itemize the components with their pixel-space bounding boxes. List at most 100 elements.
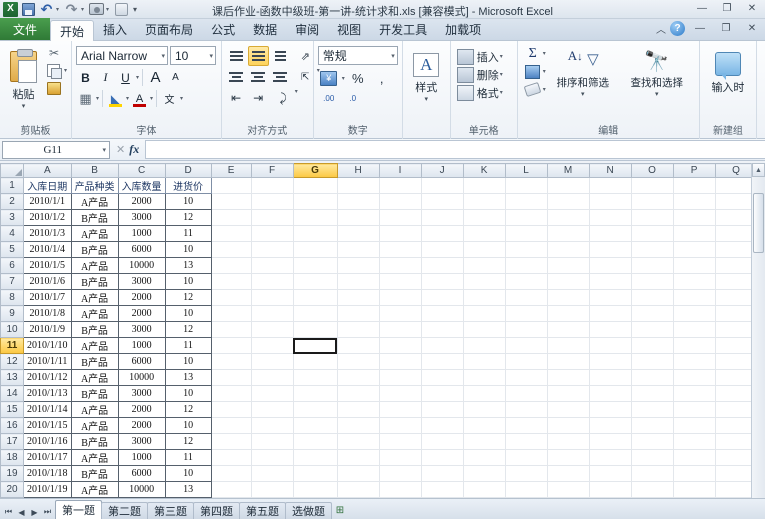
close-button[interactable]: ✕ xyxy=(741,1,763,16)
cell-E9[interactable] xyxy=(210,305,252,322)
cell-B17[interactable]: B产品 xyxy=(70,433,119,450)
cell-F14[interactable] xyxy=(250,385,294,402)
cell-D9[interactable]: 10 xyxy=(164,305,212,322)
cell-E18[interactable] xyxy=(210,449,252,466)
cell-L18[interactable] xyxy=(504,449,548,466)
formula-input[interactable] xyxy=(145,140,765,159)
cell-O5[interactable] xyxy=(630,241,674,258)
cancel-formula-icon[interactable]: ✕ xyxy=(116,143,125,156)
cell-M7[interactable] xyxy=(546,273,590,290)
cell-E7[interactable] xyxy=(210,273,252,290)
cell-C2[interactable]: 2000 xyxy=(117,193,166,210)
cell-N8[interactable] xyxy=(588,289,632,306)
number-format-dropdown-icon[interactable]: ▾ xyxy=(388,52,395,60)
cell-P13[interactable] xyxy=(672,369,716,386)
cell-H6[interactable] xyxy=(336,257,380,274)
cell-B20[interactable]: A产品 xyxy=(70,481,119,498)
cell-I4[interactable] xyxy=(378,225,422,242)
clear-button[interactable]: ▾ xyxy=(523,81,546,98)
cell-J5[interactable] xyxy=(420,241,464,258)
column-header-J[interactable]: J xyxy=(420,163,464,178)
cell-H1[interactable] xyxy=(336,177,380,194)
cell-L14[interactable] xyxy=(504,385,548,402)
cell-N12[interactable] xyxy=(588,353,632,370)
cell-K7[interactable] xyxy=(462,273,506,290)
cell-F11[interactable] xyxy=(250,337,294,354)
cell-N6[interactable] xyxy=(588,257,632,274)
cell-H16[interactable] xyxy=(336,417,380,434)
cell-I10[interactable] xyxy=(378,321,422,338)
cell-F15[interactable] xyxy=(250,401,294,418)
cell-K18[interactable] xyxy=(462,449,506,466)
borders-icon[interactable]: ▦ xyxy=(76,89,95,108)
cell-B12[interactable]: B产品 xyxy=(70,353,119,370)
insert-function-icon[interactable]: fx xyxy=(129,142,139,157)
cell-E1[interactable] xyxy=(210,177,252,194)
cell-M6[interactable] xyxy=(546,257,590,274)
cell-C9[interactable]: 2000 xyxy=(117,305,166,322)
vertical-scrollbar[interactable]: ▲ xyxy=(751,163,765,498)
tab-developer[interactable]: 开发工具 xyxy=(370,19,436,40)
cell-N5[interactable] xyxy=(588,241,632,258)
cell-J19[interactable] xyxy=(420,465,464,482)
cell-K19[interactable] xyxy=(462,465,506,482)
cell-D3[interactable]: 12 xyxy=(164,209,212,226)
row-header-18[interactable]: 18 xyxy=(0,449,24,466)
cell-F2[interactable] xyxy=(250,193,294,210)
cell-A20[interactable]: 2010/1/19 xyxy=(23,481,72,498)
cell-L13[interactable] xyxy=(504,369,548,386)
cell-O19[interactable] xyxy=(630,465,674,482)
sort-filter-dropdown-icon[interactable]: ▾ xyxy=(581,90,585,98)
cell-G6[interactable] xyxy=(292,257,338,274)
cell-F20[interactable] xyxy=(250,481,294,498)
column-header-K[interactable]: K xyxy=(462,163,506,178)
cell-L17[interactable] xyxy=(504,433,548,450)
cell-K10[interactable] xyxy=(462,321,506,338)
cell-N16[interactable] xyxy=(588,417,632,434)
cell-N20[interactable] xyxy=(588,481,632,498)
cell-L2[interactable] xyxy=(504,193,548,210)
cell-J15[interactable] xyxy=(420,401,464,418)
font-name-dropdown-icon[interactable]: ▾ xyxy=(158,52,165,60)
cell-P5[interactable] xyxy=(672,241,716,258)
cell-N1[interactable] xyxy=(588,177,632,194)
cell-D2[interactable]: 10 xyxy=(164,193,212,210)
cell-K11[interactable] xyxy=(462,337,506,354)
cell-A17[interactable]: 2010/1/16 xyxy=(23,433,72,450)
doc-close-button[interactable]: ✕ xyxy=(741,21,763,36)
cell-M17[interactable] xyxy=(546,433,590,450)
cell-B19[interactable]: B产品 xyxy=(70,465,119,482)
cell-E4[interactable] xyxy=(210,225,252,242)
cell-N9[interactable] xyxy=(588,305,632,322)
column-header-A[interactable]: A xyxy=(23,163,72,178)
cell-I18[interactable] xyxy=(378,449,422,466)
row-header-19[interactable]: 19 xyxy=(0,465,24,482)
font-size-combo[interactable]: 10 ▾ xyxy=(170,46,216,65)
cell-O2[interactable] xyxy=(630,193,674,210)
cell-E16[interactable] xyxy=(210,417,252,434)
align-top-button[interactable] xyxy=(226,46,247,66)
cell-I14[interactable] xyxy=(378,385,422,402)
cell-F8[interactable] xyxy=(250,289,294,306)
row-header-8[interactable]: 8 xyxy=(0,289,24,306)
row-header-5[interactable]: 5 xyxy=(0,241,24,258)
cell-C4[interactable]: 1000 xyxy=(117,225,166,242)
cell-O15[interactable] xyxy=(630,401,674,418)
borders-dropdown-icon[interactable]: ▾ xyxy=(96,95,99,102)
cell-D8[interactable]: 12 xyxy=(164,289,212,306)
cell-G13[interactable] xyxy=(292,369,338,386)
cell-B4[interactable]: A产品 xyxy=(70,225,119,242)
cell-I8[interactable] xyxy=(378,289,422,306)
cell-C14[interactable]: 3000 xyxy=(117,385,166,402)
cell-C17[interactable]: 3000 xyxy=(117,433,166,450)
cell-C8[interactable]: 2000 xyxy=(117,289,166,306)
cell-L19[interactable] xyxy=(504,465,548,482)
cell-M14[interactable] xyxy=(546,385,590,402)
cell-J10[interactable] xyxy=(420,321,464,338)
cell-H7[interactable] xyxy=(336,273,380,290)
cell-K20[interactable] xyxy=(462,481,506,498)
cell-J6[interactable] xyxy=(420,257,464,274)
cell-L3[interactable] xyxy=(504,209,548,226)
minimize-button[interactable]: — xyxy=(691,1,713,16)
tab-file[interactable]: 文件 xyxy=(0,18,51,40)
